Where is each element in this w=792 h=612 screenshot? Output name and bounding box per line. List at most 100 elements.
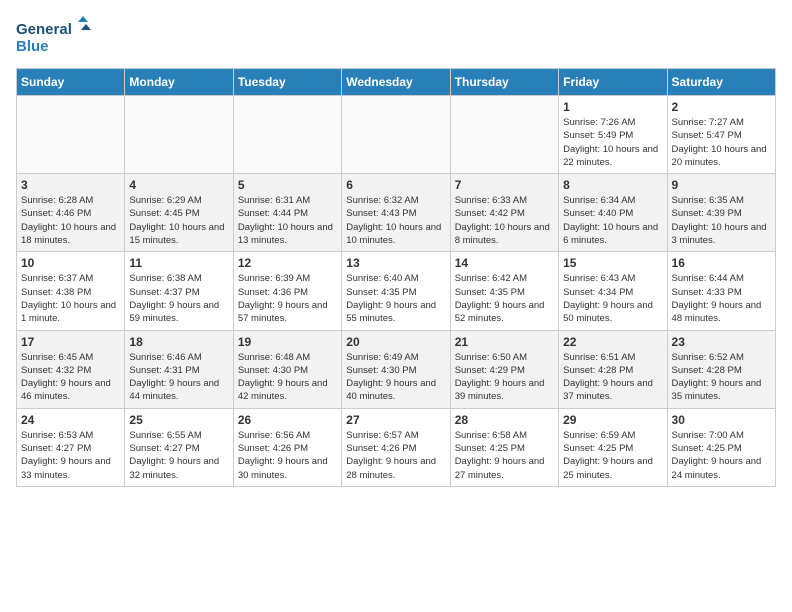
day-number: 8 (563, 178, 662, 192)
day-info: Sunrise: 6:52 AM Sunset: 4:28 PM Dayligh… (672, 351, 771, 404)
day-info: Sunrise: 6:33 AM Sunset: 4:42 PM Dayligh… (455, 194, 554, 247)
day-info: Sunrise: 6:39 AM Sunset: 4:36 PM Dayligh… (238, 272, 337, 325)
day-info: Sunrise: 6:56 AM Sunset: 4:26 PM Dayligh… (238, 429, 337, 482)
day-number: 15 (563, 256, 662, 270)
day-number: 13 (346, 256, 445, 270)
day-info: Sunrise: 6:34 AM Sunset: 4:40 PM Dayligh… (563, 194, 662, 247)
day-number: 27 (346, 413, 445, 427)
day-number: 3 (21, 178, 120, 192)
day-info: Sunrise: 6:59 AM Sunset: 4:25 PM Dayligh… (563, 429, 662, 482)
day-info: Sunrise: 6:46 AM Sunset: 4:31 PM Dayligh… (129, 351, 228, 404)
header: GeneralBlue (16, 16, 776, 56)
page-container: GeneralBlue SundayMondayTuesdayWednesday… (0, 0, 792, 503)
weekday-header: Monday (125, 69, 233, 96)
day-number: 30 (672, 413, 771, 427)
day-info: Sunrise: 6:48 AM Sunset: 4:30 PM Dayligh… (238, 351, 337, 404)
day-info: Sunrise: 6:40 AM Sunset: 4:35 PM Dayligh… (346, 272, 445, 325)
calendar-cell: 23Sunrise: 6:52 AM Sunset: 4:28 PM Dayli… (667, 330, 775, 408)
day-info: Sunrise: 6:37 AM Sunset: 4:38 PM Dayligh… (21, 272, 120, 325)
calendar-cell: 15 Sunrise: 6:43 AM Sunset: 4:34 PM Dayli… (559, 252, 667, 330)
day-info: Sunrise: 6:45 AM Sunset: 4:32 PM Dayligh… (21, 351, 120, 404)
day-number: 4 (129, 178, 228, 192)
calendar-cell: 11 Sunrise: 6:38 AM Sunset: 4:37 PM Dayli… (125, 252, 233, 330)
calendar-cell: 10 Sunrise: 6:37 AM Sunset: 4:38 PM Dayli… (17, 252, 125, 330)
svg-text:Blue: Blue (16, 38, 49, 55)
calendar-cell: 19 Sunrise: 6:48 AM Sunset: 4:30 PM Dayli… (233, 330, 341, 408)
day-number: 25 (129, 413, 228, 427)
calendar-cell: 27 Sunrise: 6:57 AM Sunset: 4:26 PM Dayli… (342, 408, 450, 486)
day-info: Sunrise: 6:35 AM Sunset: 4:39 PM Dayligh… (672, 194, 771, 247)
calendar-cell: 9Sunrise: 6:35 AM Sunset: 4:39 PM Daylig… (667, 174, 775, 252)
calendar-cell: 17 Sunrise: 6:45 AM Sunset: 4:32 PM Dayli… (17, 330, 125, 408)
calendar-week-row: 1 Sunrise: 7:26 AM Sunset: 5:49 PM Daylig… (17, 96, 776, 174)
calendar-cell (342, 96, 450, 174)
day-number: 11 (129, 256, 228, 270)
calendar-cell: 25Sunrise: 6:55 AM Sunset: 4:27 PM Dayli… (125, 408, 233, 486)
calendar-week-row: 17 Sunrise: 6:45 AM Sunset: 4:32 PM Dayli… (17, 330, 776, 408)
day-number: 5 (238, 178, 337, 192)
calendar-cell: 20Sunrise: 6:49 AM Sunset: 4:30 PM Dayli… (342, 330, 450, 408)
calendar-cell (233, 96, 341, 174)
calendar-cell: 3 Sunrise: 6:28 AM Sunset: 4:46 PM Daylig… (17, 174, 125, 252)
calendar-cell: 24Sunrise: 6:53 AM Sunset: 4:27 PM Dayli… (17, 408, 125, 486)
day-info: Sunrise: 7:27 AM Sunset: 5:47 PM Dayligh… (672, 116, 771, 169)
logo-icon: GeneralBlue (16, 16, 96, 56)
day-number: 16 (672, 256, 771, 270)
day-info: Sunrise: 6:29 AM Sunset: 4:45 PM Dayligh… (129, 194, 228, 247)
day-number: 10 (21, 256, 120, 270)
day-info: Sunrise: 7:26 AM Sunset: 5:49 PM Dayligh… (563, 116, 662, 169)
day-info: Sunrise: 6:43 AM Sunset: 4:34 PM Dayligh… (563, 272, 662, 325)
weekday-header: Tuesday (233, 69, 341, 96)
day-info: Sunrise: 6:31 AM Sunset: 4:44 PM Dayligh… (238, 194, 337, 247)
day-number: 26 (238, 413, 337, 427)
weekday-header: Thursday (450, 69, 558, 96)
calendar-cell: 1 Sunrise: 7:26 AM Sunset: 5:49 PM Daylig… (559, 96, 667, 174)
day-info: Sunrise: 6:57 AM Sunset: 4:26 PM Dayligh… (346, 429, 445, 482)
day-number: 24 (21, 413, 120, 427)
day-number: 28 (455, 413, 554, 427)
day-number: 29 (563, 413, 662, 427)
calendar-cell: 26 Sunrise: 6:56 AM Sunset: 4:26 PM Dayli… (233, 408, 341, 486)
calendar-cell: 21Sunrise: 6:50 AM Sunset: 4:29 PM Dayli… (450, 330, 558, 408)
day-info: Sunrise: 6:38 AM Sunset: 4:37 PM Dayligh… (129, 272, 228, 325)
day-info: Sunrise: 6:50 AM Sunset: 4:29 PM Dayligh… (455, 351, 554, 404)
calendar-header-row: SundayMondayTuesdayWednesdayThursdayFrid… (17, 69, 776, 96)
calendar-cell: 4 Sunrise: 6:29 AM Sunset: 4:45 PM Daylig… (125, 174, 233, 252)
calendar-cell: 2 Sunrise: 7:27 AM Sunset: 5:47 PM Daylig… (667, 96, 775, 174)
day-number: 1 (563, 100, 662, 114)
calendar-cell: 6 Sunrise: 6:32 AM Sunset: 4:43 PM Daylig… (342, 174, 450, 252)
day-number: 22 (563, 335, 662, 349)
calendar-cell (17, 96, 125, 174)
day-number: 7 (455, 178, 554, 192)
logo: GeneralBlue (16, 16, 100, 56)
day-number: 12 (238, 256, 337, 270)
calendar-cell (450, 96, 558, 174)
day-info: Sunrise: 6:42 AM Sunset: 4:35 PM Dayligh… (455, 272, 554, 325)
calendar-cell: 16 Sunrise: 6:44 AM Sunset: 4:33 PM Dayli… (667, 252, 775, 330)
day-info: Sunrise: 6:51 AM Sunset: 4:28 PM Dayligh… (563, 351, 662, 404)
day-info: Sunrise: 6:28 AM Sunset: 4:46 PM Dayligh… (21, 194, 120, 247)
day-number: 6 (346, 178, 445, 192)
day-info: Sunrise: 6:32 AM Sunset: 4:43 PM Dayligh… (346, 194, 445, 247)
calendar-cell: 5 Sunrise: 6:31 AM Sunset: 4:44 PM Daylig… (233, 174, 341, 252)
calendar-cell: 12 Sunrise: 6:39 AM Sunset: 4:36 PM Dayli… (233, 252, 341, 330)
day-info: Sunrise: 7:00 AM Sunset: 4:25 PM Dayligh… (672, 429, 771, 482)
day-info: Sunrise: 6:44 AM Sunset: 4:33 PM Dayligh… (672, 272, 771, 325)
day-number: 19 (238, 335, 337, 349)
day-number: 18 (129, 335, 228, 349)
calendar-week-row: 3 Sunrise: 6:28 AM Sunset: 4:46 PM Daylig… (17, 174, 776, 252)
weekday-header: Sunday (17, 69, 125, 96)
calendar-week-row: 10 Sunrise: 6:37 AM Sunset: 4:38 PM Dayli… (17, 252, 776, 330)
calendar-cell: 14 Sunrise: 6:42 AM Sunset: 4:35 PM Dayli… (450, 252, 558, 330)
day-number: 2 (672, 100, 771, 114)
day-number: 17 (21, 335, 120, 349)
day-number: 14 (455, 256, 554, 270)
weekday-header: Wednesday (342, 69, 450, 96)
calendar-cell: 30 Sunrise: 7:00 AM Sunset: 4:25 PM Dayli… (667, 408, 775, 486)
svg-text:General: General (16, 21, 72, 38)
calendar-cell (125, 96, 233, 174)
calendar-cell: 13 Sunrise: 6:40 AM Sunset: 4:35 PM Dayli… (342, 252, 450, 330)
calendar-cell: 29 Sunrise: 6:59 AM Sunset: 4:25 PM Dayli… (559, 408, 667, 486)
calendar-cell: 28Sunrise: 6:58 AM Sunset: 4:25 PM Dayli… (450, 408, 558, 486)
weekday-header: Friday (559, 69, 667, 96)
